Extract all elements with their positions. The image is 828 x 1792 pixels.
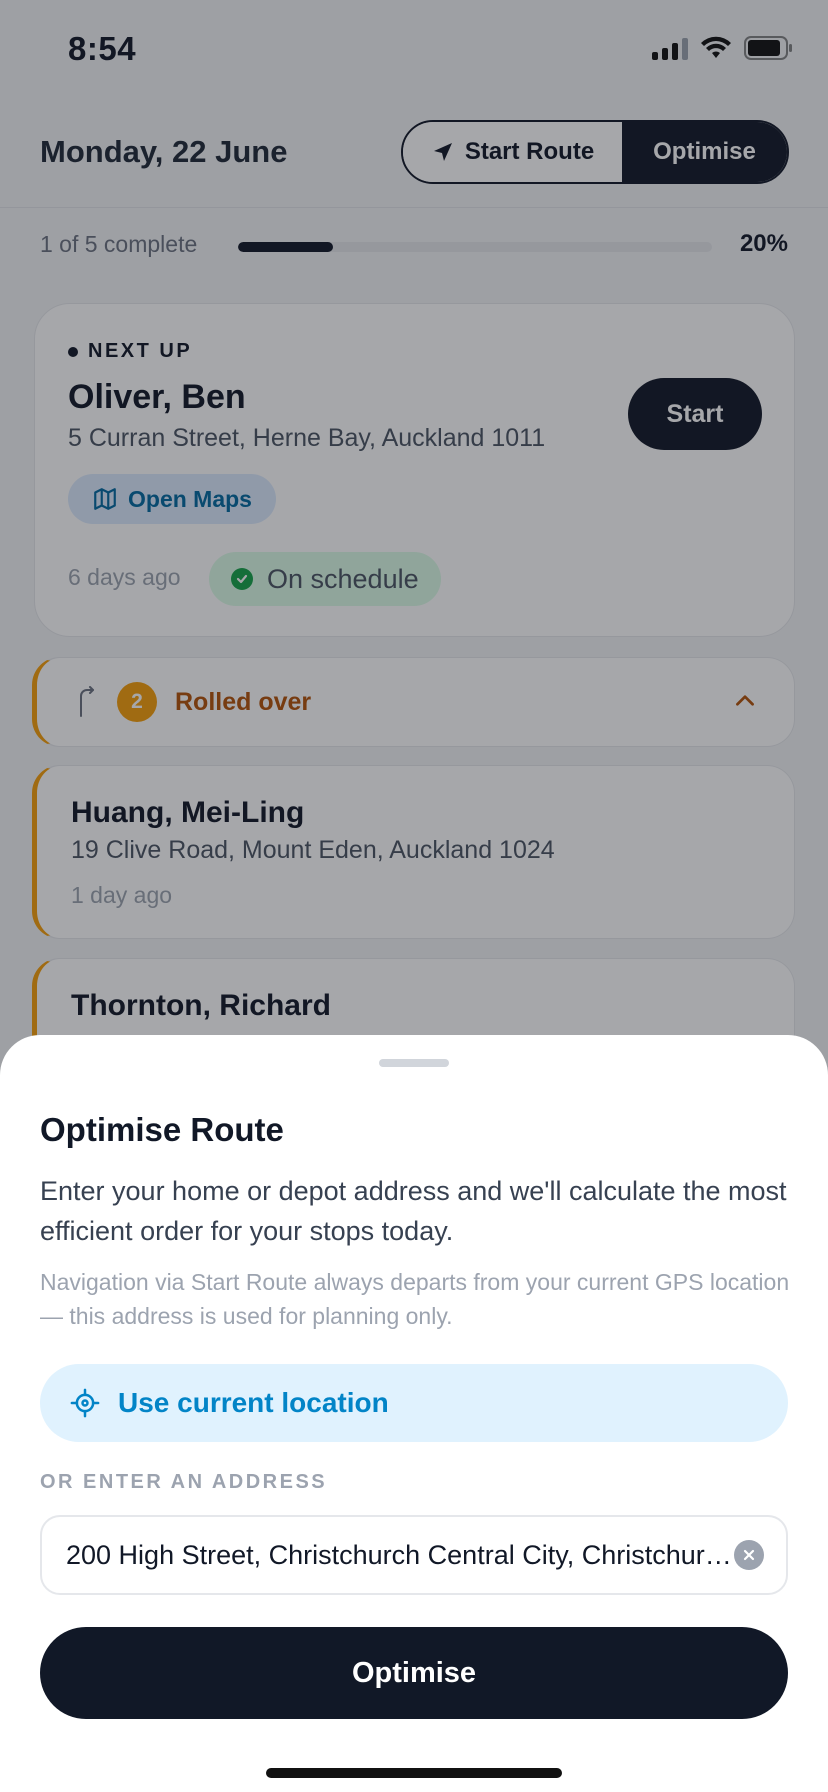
or-enter-address-label: OR ENTER AN ADDRESS xyxy=(40,1471,328,1493)
optimise-sheet: Optimise Route Enter your home or depot … xyxy=(0,1035,828,1792)
clear-icon[interactable] xyxy=(734,1540,764,1570)
sheet-note: Navigation via Start Route always depart… xyxy=(40,1269,790,1329)
sheet-grabber[interactable] xyxy=(379,1059,449,1067)
optimise-button[interactable]: Optimise xyxy=(40,1627,788,1719)
home-indicator xyxy=(266,1768,562,1778)
address-input[interactable] xyxy=(66,1539,734,1571)
crosshair-icon xyxy=(70,1388,100,1418)
sheet-title: Optimise Route xyxy=(40,1111,284,1148)
sheet-description: Enter your home or depot address and we'… xyxy=(40,1176,787,1246)
address-field[interactable] xyxy=(40,1515,788,1595)
use-current-location-button[interactable]: Use current location xyxy=(40,1364,788,1442)
use-current-location-label: Use current location xyxy=(118,1387,389,1418)
app-root: 8:54 Monday, 22 June Start Route Optimis… xyxy=(0,0,828,1792)
